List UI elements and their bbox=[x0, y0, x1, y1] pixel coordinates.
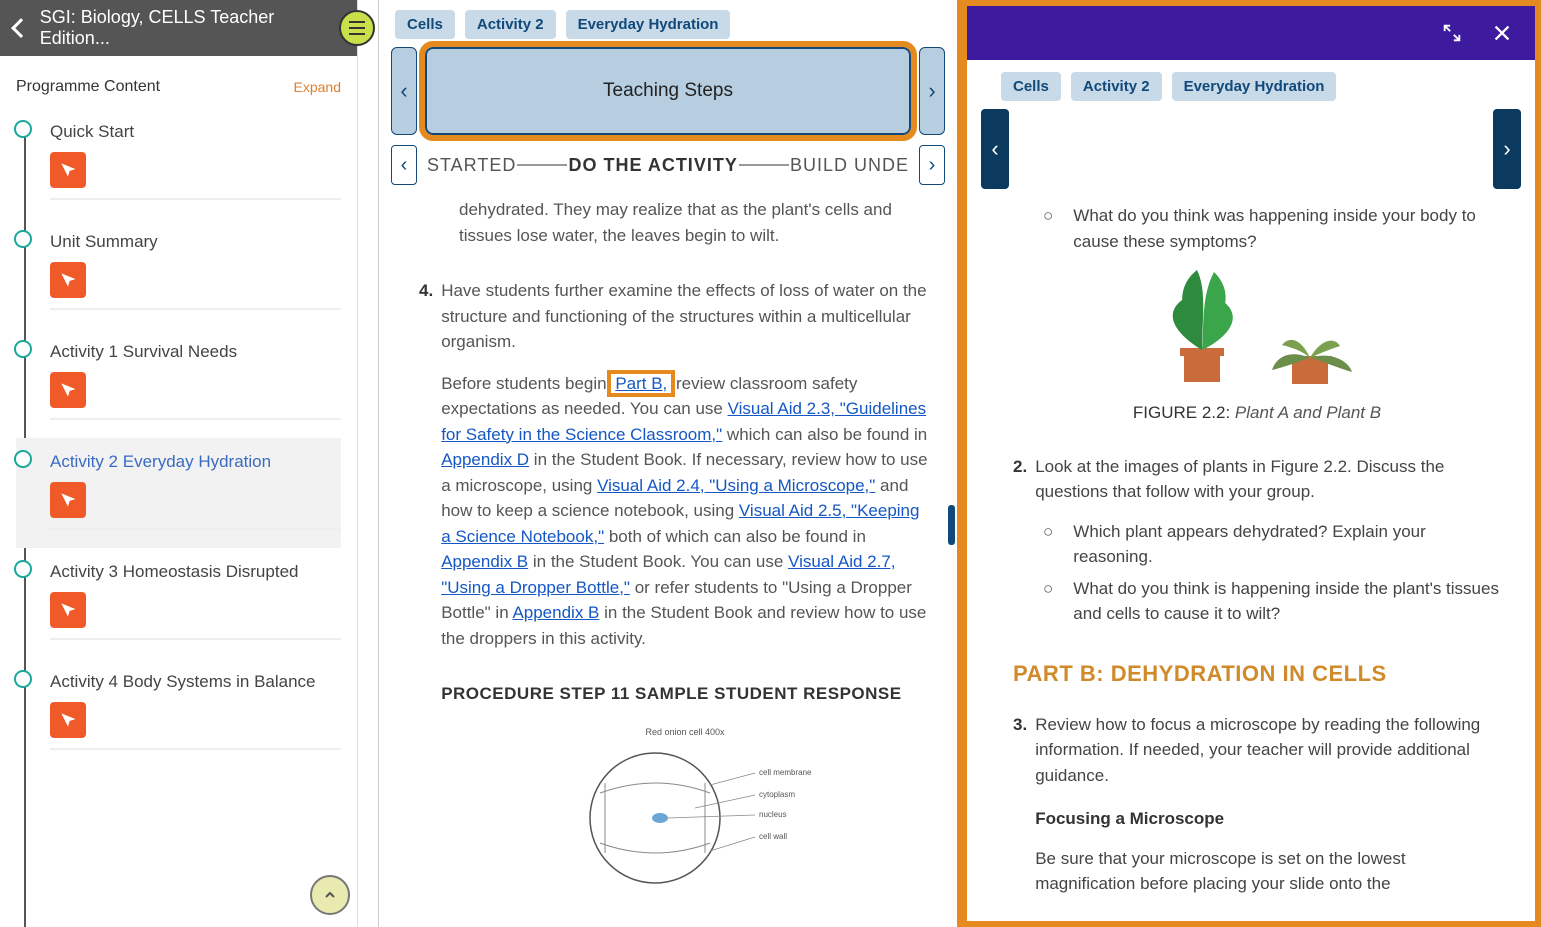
step-2: 2. Look at the images of plants in Figur… bbox=[1013, 454, 1501, 505]
expand-icon[interactable] bbox=[1441, 22, 1463, 44]
close-icon[interactable] bbox=[1491, 22, 1513, 44]
bc-activity2[interactable]: Activity 2 bbox=[465, 10, 556, 39]
toc-item-activity4[interactable]: Activity 4 Body Systems in Balance bbox=[16, 658, 341, 768]
svg-text:cytoplasm: cytoplasm bbox=[759, 790, 795, 799]
right-header bbox=[967, 6, 1535, 60]
phase-row: ‹ STARTED DO THE ACTIVITY BUILD UNDE › bbox=[379, 143, 957, 187]
cursor-icon[interactable] bbox=[50, 592, 86, 628]
appendix-d-link[interactable]: Appendix D bbox=[441, 450, 529, 469]
toc-item-activity2[interactable]: Activity 2 Everyday Hydration bbox=[16, 438, 341, 548]
svg-text:cell membrane: cell membrane bbox=[759, 768, 812, 777]
figure-caption: FIGURE 2.2: Plant A and Plant B bbox=[1013, 400, 1501, 426]
teaching-steps-title[interactable]: Teaching Steps bbox=[425, 47, 911, 135]
toc-item-activity1[interactable]: Activity 1 Survival Needs bbox=[16, 328, 341, 438]
question-which-plant: Which plant appears dehydrated? Explain … bbox=[1043, 519, 1501, 570]
svg-text:nucleus: nucleus bbox=[759, 810, 787, 819]
toc[interactable]: Quick Start Unit Summary Activity 1 Surv… bbox=[0, 108, 357, 927]
part-b-heading: PART B: DEHYDRATION IN CELLS bbox=[1013, 657, 1501, 690]
teaching-steps-row: ‹ Teaching Steps › bbox=[379, 39, 957, 143]
scroll-up-icon[interactable] bbox=[310, 875, 350, 915]
wilt-paragraph: dehydrated. They may realize that as the… bbox=[459, 197, 929, 248]
phase-sep bbox=[517, 164, 567, 166]
right-breadcrumbs: Cells Activity 2 Everyday Hydration bbox=[967, 60, 1535, 101]
right-panel: Cells Activity 2 Everyday Hydration ‹ › … bbox=[961, 0, 1541, 927]
cursor-icon[interactable] bbox=[50, 262, 86, 298]
step-3: 3. Review how to focus a microscope by r… bbox=[1013, 712, 1501, 897]
phase-sep bbox=[739, 164, 789, 166]
step-2-num: 2. bbox=[1013, 454, 1027, 505]
phase-started[interactable]: STARTED bbox=[427, 155, 516, 176]
appendix-b-link[interactable]: Appendix B bbox=[441, 552, 528, 571]
step-4-intro: Have students further examine the effect… bbox=[441, 278, 929, 355]
cursor-icon[interactable] bbox=[50, 482, 86, 518]
cursor-icon[interactable] bbox=[50, 372, 86, 408]
programme-label: Programme Content bbox=[16, 78, 160, 96]
cursor-icon[interactable] bbox=[50, 702, 86, 738]
step-2-text: Look at the images of plants in Figure 2… bbox=[1035, 454, 1501, 505]
bc-hydration[interactable]: Everyday Hydration bbox=[566, 10, 731, 39]
toc-item-quickstart[interactable]: Quick Start bbox=[16, 108, 341, 218]
cell-diagram: Red onion cell 400x cell membrane cytopl… bbox=[441, 723, 929, 893]
sidebar-header: SGI: Biology, CELLS Teacher Edition... bbox=[0, 0, 357, 56]
right-next-button[interactable]: › bbox=[1493, 109, 1521, 189]
scroll-thumb[interactable] bbox=[948, 505, 955, 545]
prev-section-button[interactable]: ‹ bbox=[391, 47, 417, 135]
phase-do-activity[interactable]: DO THE ACTIVITY bbox=[568, 155, 737, 176]
right-nav-row: ‹ › bbox=[967, 101, 1535, 197]
step-4-body: Before students begin Part B, review cla… bbox=[441, 371, 929, 652]
middle-content[interactable]: dehydrated. They may realize that as the… bbox=[379, 187, 957, 927]
programme-row: Programme Content Expand bbox=[0, 56, 357, 108]
book-title: SGI: Biology, CELLS Teacher Edition... bbox=[40, 7, 343, 49]
appendix-b2-link[interactable]: Appendix B bbox=[512, 603, 599, 622]
diagram-caption: Red onion cell 400x bbox=[646, 727, 726, 737]
sidebar-scrollbar[interactable] bbox=[358, 0, 379, 927]
cursor-icon[interactable] bbox=[50, 152, 86, 188]
va24-link[interactable]: Visual Aid 2.4, "Using a Microscope," bbox=[597, 476, 875, 495]
middle-panel: Cells Activity 2 Everyday Hydration ‹ Te… bbox=[379, 0, 961, 927]
part-b-link[interactable]: Part B, bbox=[611, 374, 671, 393]
step-3-num: 3. bbox=[1013, 712, 1027, 897]
toc-item-unitsummary[interactable]: Unit Summary bbox=[16, 218, 341, 328]
toc-label: Activity 2 Everyday Hydration bbox=[50, 452, 341, 482]
focusing-body: Be sure that your microscope is set on t… bbox=[1035, 846, 1501, 897]
phase-build[interactable]: BUILD UNDE bbox=[790, 155, 909, 176]
question-symptoms: What do you think was happening inside y… bbox=[1043, 203, 1501, 254]
toc-label: Unit Summary bbox=[50, 232, 341, 262]
right-prev-button[interactable]: ‹ bbox=[981, 109, 1009, 189]
expand-link[interactable]: Expand bbox=[294, 79, 341, 95]
toc-label: Activity 1 Survival Needs bbox=[50, 342, 341, 372]
sidebar: SGI: Biology, CELLS Teacher Edition... P… bbox=[0, 0, 358, 927]
hamburger-icon[interactable] bbox=[339, 10, 375, 46]
phase-prev-button[interactable]: ‹ bbox=[391, 145, 417, 185]
toc-label: Activity 3 Homeostasis Disrupted bbox=[50, 562, 341, 592]
middle-breadcrumbs: Cells Activity 2 Everyday Hydration bbox=[379, 0, 957, 39]
right-content[interactable]: What do you think was happening inside y… bbox=[967, 197, 1535, 921]
bc-cells[interactable]: Cells bbox=[1001, 72, 1061, 101]
step-3-text: Review how to focus a microscope by read… bbox=[1035, 712, 1501, 789]
bc-hydration[interactable]: Everyday Hydration bbox=[1172, 72, 1337, 101]
plant-figure bbox=[1013, 260, 1501, 390]
phase-next-button[interactable]: › bbox=[919, 145, 945, 185]
svg-text:cell wall: cell wall bbox=[759, 832, 787, 841]
focusing-heading: Focusing a Microscope bbox=[1035, 806, 1501, 832]
back-icon[interactable] bbox=[11, 18, 31, 38]
toc-item-activity3[interactable]: Activity 3 Homeostasis Disrupted bbox=[16, 548, 341, 658]
bc-activity2[interactable]: Activity 2 bbox=[1071, 72, 1162, 101]
sample-response-heading: PROCEDURE STEP 11 SAMPLE STUDENT RESPONS… bbox=[441, 681, 929, 707]
toc-label: Activity 4 Body Systems in Balance bbox=[50, 672, 341, 702]
question-inside-plant: What do you think is happening inside th… bbox=[1043, 576, 1501, 627]
next-section-button[interactable]: › bbox=[919, 47, 945, 135]
toc-label: Quick Start bbox=[50, 122, 341, 152]
bc-cells[interactable]: Cells bbox=[395, 10, 455, 39]
step-4-num: 4. bbox=[419, 278, 433, 893]
